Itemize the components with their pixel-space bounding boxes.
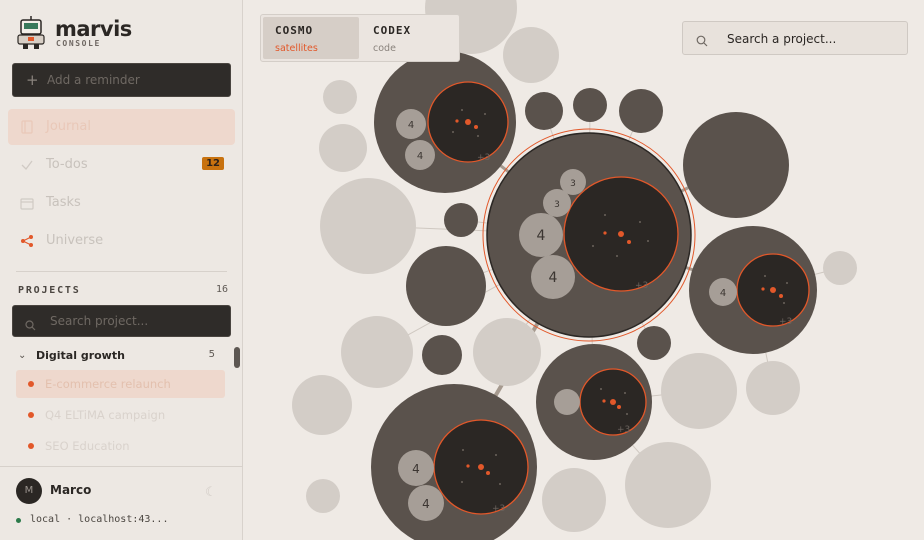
sat-count-label: 4 [412,462,420,476]
search-icon [696,32,708,51]
project-label: E-commerce relaunch [45,377,171,391]
tab-subtitle: code [373,43,396,54]
connection-label: local · localhost:43... [30,514,169,525]
brand-subtitle: CONSOLE [56,39,101,48]
canvas-search-placeholder: Search a project... [727,32,837,46]
nav-item-universe[interactable]: Universe [8,223,235,259]
sat-count-label: 4 [417,151,423,162]
brand-name: marvis [55,17,132,41]
more-satellites-label: +3 [492,504,505,514]
nav-label-tasks: Tasks [46,195,81,210]
sat-count-label: 3 [554,200,560,210]
tab-subtitle: satellites [275,43,318,54]
projects-heading: PROJECTS [18,285,81,296]
more-satellites-label: +3 [635,281,648,291]
calendar-icon [20,195,34,210]
chevron-down-icon: ⌄ [18,350,27,361]
connection-status-icon [16,518,21,523]
nav-item-todos[interactable]: To-dos 12 [8,147,235,183]
sidebar: marvis CONSOLE + Add a reminder Journal … [0,0,243,540]
nav-label-universe: Universe [46,233,104,248]
tab-cosmo[interactable]: COSMO satellites [263,17,359,59]
project-dot-icon [28,381,34,387]
project-item[interactable]: Q4 ELTiMA campaign [16,401,225,429]
moon-icon[interactable]: ☾ [205,485,217,500]
group-name: Digital growth [36,349,125,362]
universe-canvas[interactable]: 4 4 3 3 4 4 4 4 4 +3 +3 +3 +3 +3 [243,0,924,540]
user-footer: M Marco ☾ local · localhost:43... [0,466,243,540]
share-icon [20,233,34,247]
sat-count-label: 4 [408,120,414,131]
sat-count-label: 4 [537,228,546,244]
canvas-search-input[interactable]: Search a project... [682,21,908,55]
more-satellites-label: +3 [779,317,792,327]
view-switcher: COSMO satellites CODEX code [260,14,460,62]
tab-title: CODEX [373,24,412,37]
check-icon [20,157,34,171]
group-count: 5 [208,349,215,360]
sat-count-label: 4 [720,288,726,299]
tab-codex[interactable]: CODEX code [361,17,457,59]
more-satellites-label: +3 [617,425,630,435]
sidebar-divider [16,271,227,272]
project-label: Q4 ELTiMA campaign [45,408,166,422]
journal-icon [20,119,34,134]
user-name: Marco [50,483,92,497]
sat-count-label: 3 [570,179,576,189]
tab-title: COSMO [275,24,314,37]
projects-count: 16 [215,284,228,295]
avatar[interactable]: M [16,478,42,504]
project-search-input[interactable]: Search project... [12,305,231,337]
bubble-graph[interactable]: 4 4 3 3 4 4 4 4 4 +3 +3 +3 +3 +3 [243,0,924,540]
sat-count-label: 4 [422,497,430,511]
nav-label-todos: To-dos [46,157,88,172]
todos-count-badge: 12 [202,157,224,170]
more-satellites-label: +3 [477,153,490,163]
robot-logo-icon [16,16,46,54]
nav-item-journal[interactable]: Journal [8,109,235,145]
nav-label-journal: Journal [46,119,91,134]
project-item[interactable]: SEO Education [16,432,225,460]
add-reminder-input[interactable]: + Add a reminder [12,63,231,97]
project-item[interactable]: E-commerce relaunch [16,370,225,398]
project-group-digital-growth[interactable]: ⌄ Digital growth 5 [18,349,218,365]
plus-icon: + [26,71,39,89]
project-dot-icon [28,443,34,449]
project-dot-icon [28,412,34,418]
nav-item-tasks[interactable]: Tasks [8,185,235,221]
reminder-placeholder: Add a reminder [47,73,140,87]
satellite-bubble[interactable] [554,389,580,415]
sidebar-scrollbar[interactable] [234,347,240,368]
search-icon [25,316,36,335]
project-search-placeholder: Search project... [50,314,149,328]
project-label: SEO Education [45,439,130,453]
sat-count-label: 4 [549,270,558,286]
